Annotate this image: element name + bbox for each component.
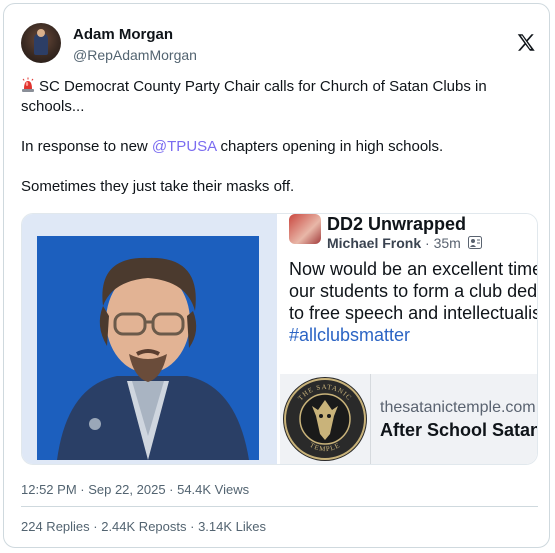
- x-logo-icon[interactable]: [515, 32, 537, 54]
- mention-link[interactable]: @TPUSA: [152, 138, 216, 155]
- replies-count[interactable]: 224 Replies: [21, 519, 90, 534]
- reposts-count[interactable]: 2.44K Reposts: [101, 519, 186, 534]
- engagement-stats: 224 Replies · 2.44K Reposts · 3.14K Like…: [21, 519, 266, 534]
- page-avatar: [289, 214, 321, 244]
- portrait-panel: [22, 214, 277, 464]
- link-title: After School Satan: [380, 420, 538, 440]
- audience-icon: [465, 235, 482, 251]
- tweet-line-2-start: In response to new: [21, 138, 152, 155]
- link-domain: thesatanictemple.com: [380, 399, 536, 416]
- author-handle[interactable]: @RepAdamMorgan: [73, 47, 197, 63]
- tweet-line-2-end: chapters opening in high schools.: [216, 138, 444, 155]
- hashtag-link: #allclubsmatter: [289, 325, 411, 345]
- post-body: Now would be an excellent time our stude…: [289, 258, 538, 346]
- author-avatar[interactable]: [21, 23, 61, 63]
- post-time: 35m: [433, 235, 461, 251]
- stats-separator: ·: [186, 519, 199, 534]
- meta-dot: ·: [425, 235, 434, 251]
- rotating-siren-icon: [22, 77, 34, 92]
- embedded-facebook-post: DD2 Unwrapped Michael Fronk · 35m Now wo…: [280, 214, 538, 464]
- link-divider: [370, 374, 371, 464]
- post-line: Now would be an excellent time: [289, 259, 538, 279]
- poster-name: Michael Fronk: [327, 235, 422, 251]
- portrait-photo: [37, 236, 259, 460]
- tweet-timestamp[interactable]: 12:52 PM · Sep 22, 2025 · 54.4K Views: [21, 482, 249, 497]
- post-line: our students to form a club ded: [289, 281, 538, 301]
- tweet-card: Adam Morgan @RepAdamMorgan SC Democrat C…: [3, 3, 550, 548]
- author-name[interactable]: Adam Morgan: [73, 26, 173, 43]
- tweet-body: SC Democrat County Party Chair calls for…: [21, 77, 521, 197]
- page-name: DD2 Unwrapped: [327, 214, 467, 234]
- stats-separator: ·: [89, 519, 102, 534]
- tweet-line-1: SC Democrat County Party Chair calls for…: [21, 78, 487, 115]
- attached-image[interactable]: DD2 Unwrapped Michael Fronk · 35m Now wo…: [21, 213, 538, 465]
- likes-count[interactable]: 3.14K Likes: [198, 519, 266, 534]
- post-meta: Michael Fronk · 35m: [327, 235, 482, 251]
- satanic-temple-seal-icon: THE SATANIC TEMPLE: [283, 377, 367, 461]
- divider: [21, 506, 538, 507]
- tweet-line-3: Sometimes they just take their masks off…: [21, 178, 295, 195]
- post-line: to free speech and intellectualis: [289, 303, 538, 323]
- link-preview-card: THE SATANIC TEMPLE thesatanictemple.com …: [280, 374, 538, 464]
